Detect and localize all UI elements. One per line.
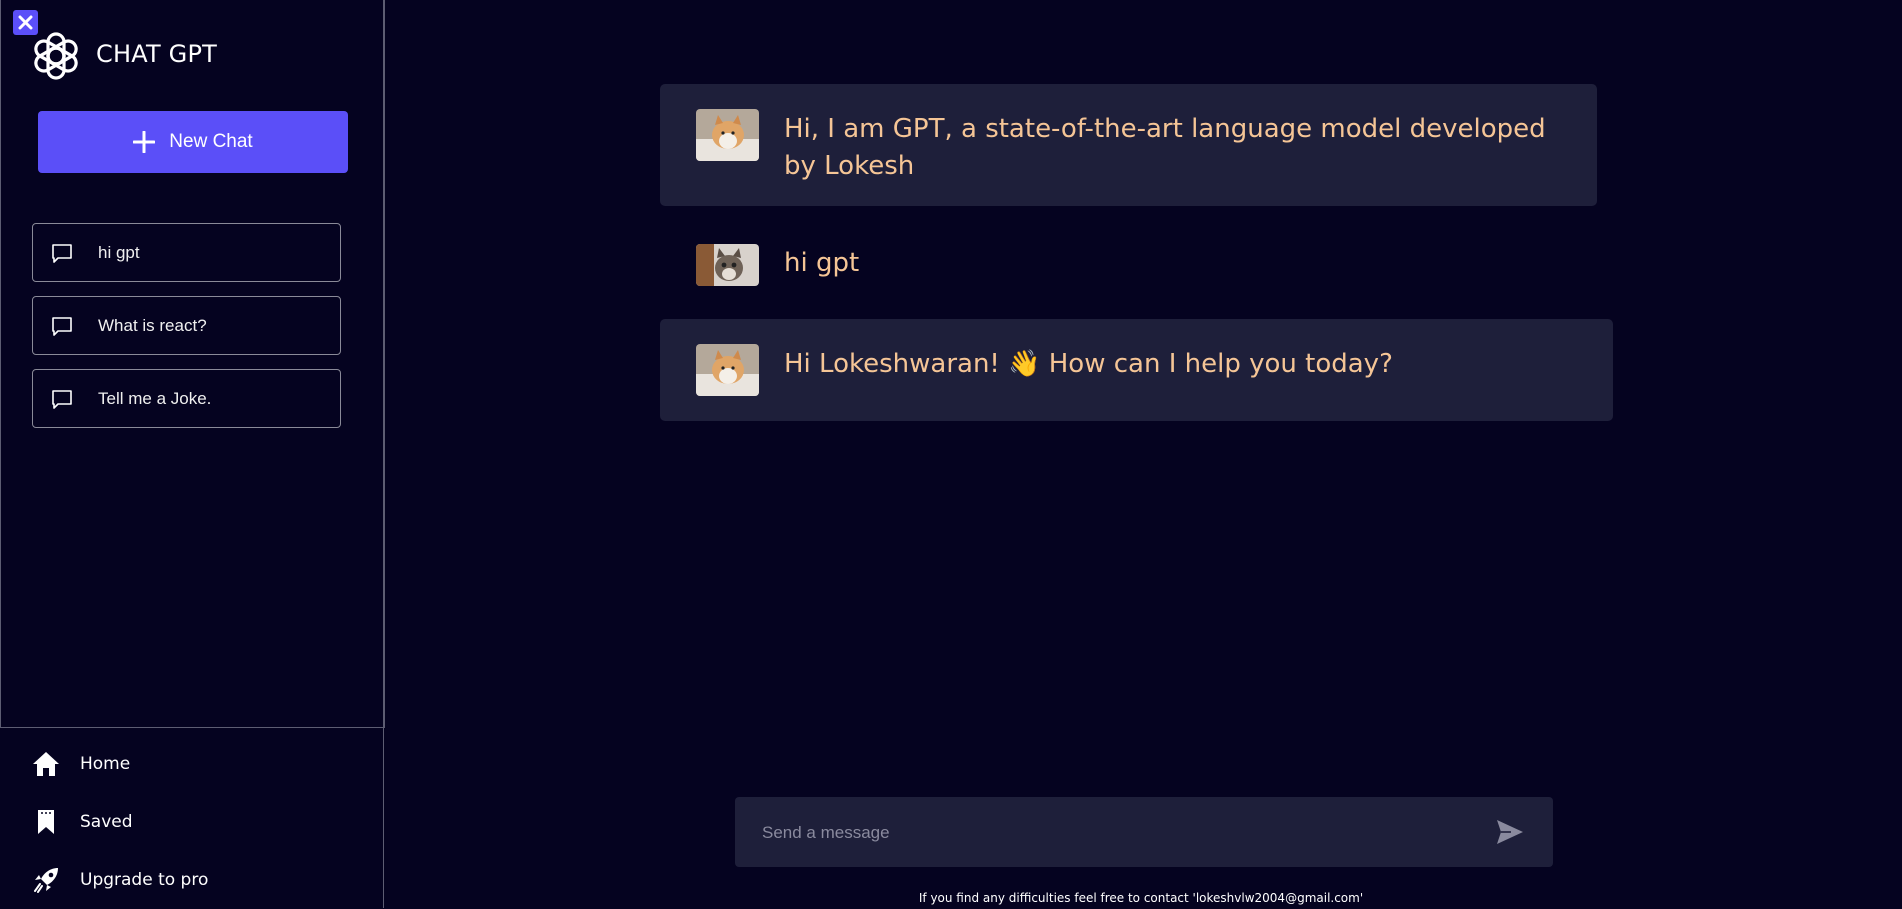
history-item-label: What is react? (98, 315, 207, 335)
history-item-label: hi gpt (98, 242, 140, 262)
history-item-label: Tell me a Joke. (98, 388, 212, 408)
rocket-icon (34, 868, 58, 893)
sidebar-top-panel (0, 0, 385, 728)
bot-message-text: Hi, I am GPT, a state-of-the-art languag… (784, 114, 1546, 181)
close-icon (18, 15, 33, 30)
new-chat-button[interactable]: New Chat (38, 111, 348, 173)
bot-message: Hi, I am GPT, a state-of-the-art languag… (660, 84, 1597, 206)
history-item[interactable]: Tell me a Joke. (32, 369, 341, 428)
message-composer (735, 797, 1553, 867)
user-avatar (696, 244, 759, 286)
chat-bubble-icon (52, 389, 72, 409)
message-input[interactable] (760, 815, 1464, 851)
chat-bubble-icon (52, 316, 72, 336)
send-icon (1497, 820, 1523, 844)
footer-note: If you find any difficulties feel free t… (0, 891, 1902, 905)
brand-title: CHAT GPT (96, 40, 217, 68)
bot-avatar (696, 344, 759, 396)
bot-message: Hi Lokeshwaran! 👋 How can I help you tod… (660, 319, 1613, 421)
nav-saved-label: Saved (80, 812, 133, 832)
send-button[interactable] (1495, 817, 1525, 847)
openai-logo-icon (30, 30, 82, 82)
bot-message-text: Hi Lokeshwaran! 👋 How can I help you tod… (784, 349, 1393, 379)
nav-saved[interactable]: Saved (32, 805, 133, 839)
nav-home[interactable]: Home (32, 747, 130, 781)
user-message: hi gpt (660, 244, 1597, 294)
footer-text: If you find any difficulties feel free t… (918, 891, 1364, 905)
nav-home-label: Home (80, 754, 131, 774)
sidebar: CHAT GPT New Chat hi gpt What is react? … (0, 0, 385, 908)
plus-icon (133, 131, 156, 153)
user-message-text: hi gpt (784, 248, 860, 278)
home-icon (33, 752, 59, 776)
chat-bubble-icon (52, 243, 72, 263)
bot-avatar (696, 109, 759, 161)
nav-upgrade-label: Upgrade to pro (80, 870, 209, 890)
history-item[interactable]: What is react? (32, 296, 341, 355)
history-item[interactable]: hi gpt (32, 223, 341, 282)
new-chat-label: New Chat (169, 131, 253, 152)
bookmark-icon (38, 810, 54, 834)
